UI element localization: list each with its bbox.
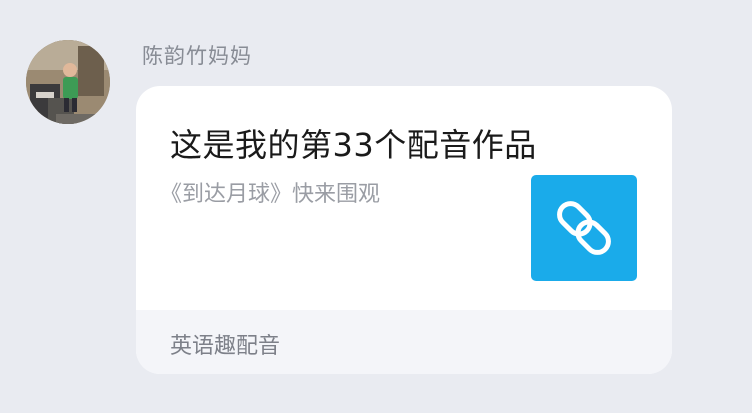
avatar[interactable] bbox=[26, 40, 110, 124]
link-card-description: 《到达月球》快来围观 bbox=[160, 182, 381, 207]
link-card-title: 这是我的第33个配音作品 bbox=[170, 126, 537, 164]
source-app-label: 英语趣配音 bbox=[170, 334, 281, 359]
sender-name: 陈韵竹妈妈 bbox=[142, 44, 252, 68]
link-card-footer: 英语趣配音 bbox=[136, 310, 672, 374]
chain-link-icon bbox=[557, 201, 611, 255]
link-card[interactable]: 这是我的第33个配音作品 《到达月球》快来围观 英语趣配音 bbox=[136, 86, 672, 374]
link-thumbnail bbox=[531, 175, 637, 281]
